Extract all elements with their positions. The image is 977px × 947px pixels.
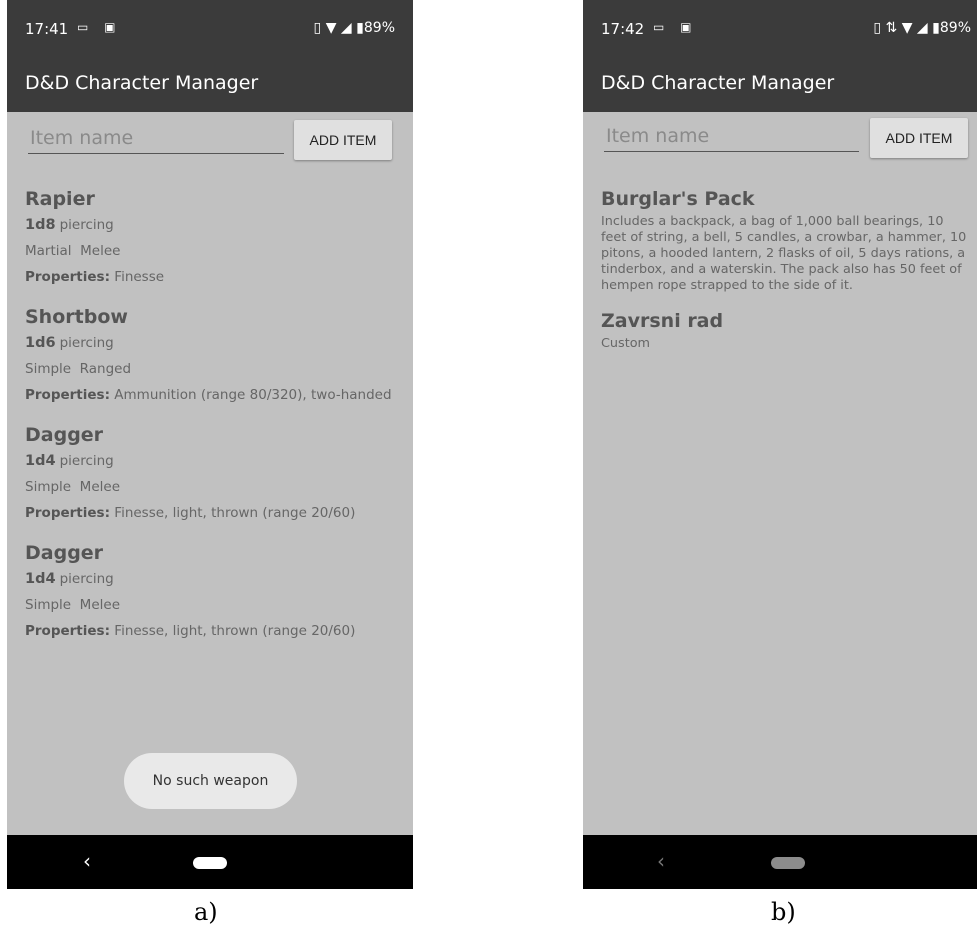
signal-icon: ◢	[916, 20, 928, 36]
properties-value: Finesse	[114, 269, 165, 285]
item-description: Includes a backpack, a bag of 1,000 ball…	[601, 214, 967, 293]
properties-label: Properties:	[25, 387, 110, 403]
status-time: 17:42	[601, 20, 645, 38]
damage-dice: 1d6	[25, 335, 56, 351]
app-bar: D&D Character Manager	[7, 56, 413, 112]
damage-type: piercing	[59, 217, 114, 233]
notification-icons: ▭ ▣	[653, 20, 698, 34]
app-title: D&D Character Manager	[25, 72, 259, 94]
navigation-bar: ‹	[7, 835, 413, 889]
back-icon[interactable]: ‹	[83, 849, 91, 873]
item-name: Shortbow	[25, 306, 128, 328]
properties-label: Properties:	[25, 623, 110, 639]
item-description: Custom	[601, 336, 651, 351]
weapon-category: Simple Melee	[25, 597, 120, 613]
item-list: Rapier 1d8 piercing Martial Melee Propert…	[25, 186, 403, 658]
properties-label: Properties:	[25, 269, 110, 285]
item-name: Dagger	[25, 424, 104, 446]
status-right: ▯ ⇅ ▼ ◢ ▮89%	[873, 20, 971, 36]
properties-label: Properties:	[25, 505, 110, 521]
vibrate-icon: ▯	[313, 20, 322, 36]
damage-dice: 1d8	[25, 217, 56, 233]
list-item[interactable]: Rapier 1d8 piercing Martial Melee Propert…	[25, 186, 403, 290]
list-item[interactable]: Zavrsni rad Custom	[601, 308, 969, 352]
item-list: Burglar's Pack Includes a backpack, a ba…	[601, 186, 969, 366]
home-pill-icon[interactable]	[771, 857, 805, 869]
wifi-icon: ▼	[325, 20, 337, 36]
battery-icon: ▮	[932, 20, 940, 36]
phone-screen-b: 17:42 ▭ ▣ ▯ ⇅ ▼ ◢ ▮89% D&D Character Man…	[583, 0, 977, 889]
weapon-category: Simple Melee	[25, 479, 120, 495]
damage-type: piercing	[59, 453, 114, 469]
status-bar: 17:41 ▭ ▣ ▯ ▼ ◢ ▮89%	[7, 0, 413, 56]
weapon-category: Martial Melee	[25, 243, 121, 259]
add-item-button[interactable]: ADD ITEM	[294, 120, 392, 160]
battery-level: 89%	[363, 20, 395, 36]
add-item-button[interactable]: ADD ITEM	[870, 118, 968, 158]
damage-dice: 1d4	[25, 571, 56, 587]
app-title: D&D Character Manager	[601, 72, 835, 94]
properties-value: Finesse, light, thrown (range 20/60)	[114, 623, 356, 639]
properties-value: Ammunition (range 80/320), two-handed	[114, 387, 392, 403]
damage-dice: 1d4	[25, 453, 56, 469]
wifi-icon: ▼	[901, 20, 913, 36]
notification-icons: ▭ ▣	[77, 20, 122, 34]
list-item[interactable]: Burglar's Pack Includes a backpack, a ba…	[601, 186, 969, 294]
data-arrows-icon: ⇅	[885, 20, 898, 36]
status-bar: 17:42 ▭ ▣ ▯ ⇅ ▼ ◢ ▮89%	[583, 0, 977, 56]
status-right: ▯ ▼ ◢ ▮89%	[314, 20, 395, 36]
list-item[interactable]: Dagger 1d4 piercing Simple Melee Properti…	[25, 422, 403, 526]
damage-type: piercing	[59, 335, 114, 351]
item-name: Zavrsni rad	[601, 310, 724, 332]
item-name-input[interactable]: Item name	[28, 124, 284, 154]
home-pill-icon[interactable]	[193, 857, 227, 869]
item-name-input[interactable]: Item name	[604, 122, 859, 152]
list-item[interactable]: Dagger 1d4 piercing Simple Melee Properti…	[25, 540, 403, 644]
properties-value: Finesse, light, thrown (range 20/60)	[114, 505, 356, 521]
signal-icon: ◢	[340, 20, 352, 36]
item-name: Dagger	[25, 542, 104, 564]
phone-screen-a: 17:41 ▭ ▣ ▯ ▼ ◢ ▮89% D&D Character Manag…	[7, 0, 413, 889]
item-name: Burglar's Pack	[601, 188, 755, 210]
toast-message: No such weapon	[124, 753, 297, 809]
vibrate-icon: ▯	[873, 20, 882, 36]
status-time: 17:41	[25, 20, 69, 38]
battery-level: 89%	[939, 20, 971, 36]
battery-icon: ▮	[356, 20, 364, 36]
damage-type: piercing	[59, 571, 114, 587]
list-item[interactable]: Shortbow 1d6 piercing Simple Ranged Prope…	[25, 304, 403, 408]
navigation-bar: ‹	[583, 835, 977, 889]
back-icon[interactable]: ‹	[657, 849, 665, 873]
item-name: Rapier	[25, 188, 95, 210]
app-bar: D&D Character Manager	[583, 56, 977, 112]
caption-a: a)	[194, 898, 218, 926]
caption-b: b)	[771, 898, 796, 926]
weapon-category: Simple Ranged	[25, 361, 132, 377]
